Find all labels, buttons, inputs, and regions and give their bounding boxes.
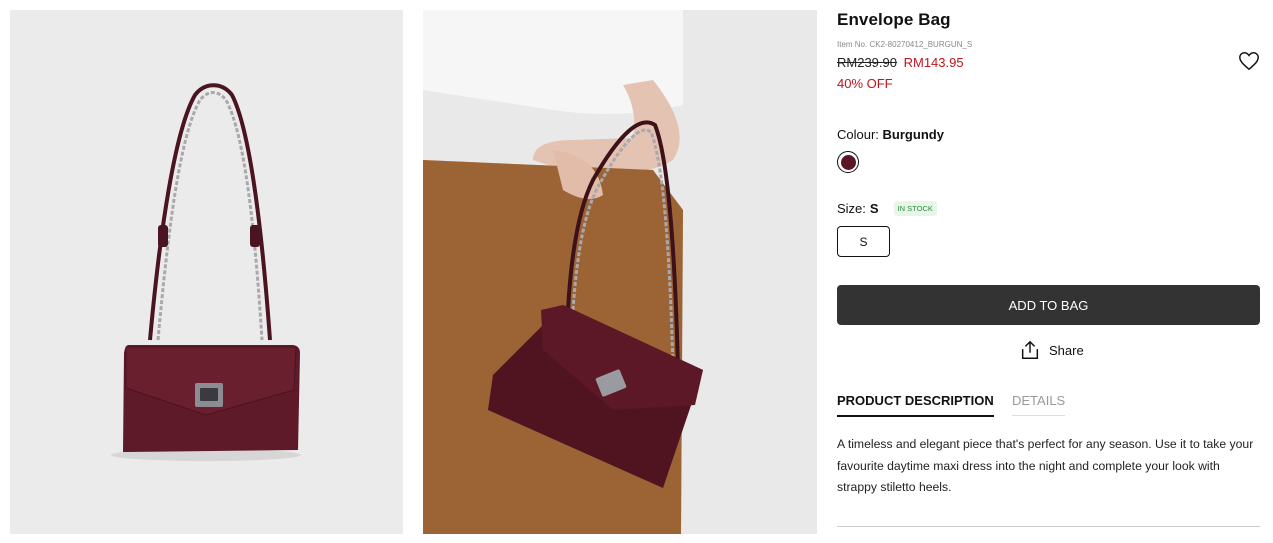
stock-badge: IN STOCK [893, 201, 937, 216]
size-value: S [869, 201, 879, 216]
colour-value: Burgundy [882, 127, 944, 142]
colour-selector-label: Colour: Burgundy [837, 127, 944, 142]
size-option-s[interactable]: S [837, 226, 890, 257]
size-label: Size: [837, 201, 866, 216]
wishlist-button[interactable] [1238, 50, 1260, 72]
product-description-text: A timeless and elegant piece that's perf… [837, 437, 1254, 494]
item-number: Item No. CK2-80270412_BURGUN_S [837, 40, 973, 49]
description-tabs: PRODUCT DESCRIPTION DETAILS [837, 393, 1260, 419]
add-to-bag-button[interactable]: ADD TO BAG [837, 285, 1260, 325]
divider [837, 526, 1260, 527]
colour-label: Colour: [837, 127, 879, 142]
price-row: RM239.90 RM143.95 [837, 55, 964, 70]
tab-product-description[interactable]: PRODUCT DESCRIPTION [837, 393, 994, 417]
product-title: Envelope Bag [837, 10, 951, 29]
discount-label: 40% OFF [837, 76, 893, 91]
original-price: RM239.90 [837, 55, 897, 70]
model-illustration [423, 10, 817, 534]
bag-illustration [10, 10, 403, 534]
share-icon [1021, 340, 1039, 359]
share-button[interactable]: Share [1019, 339, 1084, 361]
product-image-front[interactable] [10, 10, 403, 534]
size-selector-label: Size: S IN STOCK [837, 201, 937, 216]
share-label: Share [1049, 342, 1084, 358]
swatch-fill [840, 154, 856, 170]
sale-price: RM143.95 [903, 55, 964, 70]
colour-swatch-burgundy[interactable] [837, 151, 859, 173]
heart-icon [1239, 52, 1259, 71]
tab-details[interactable]: DETAILS [1012, 393, 1066, 416]
product-image-model[interactable] [423, 10, 817, 534]
product-info-panel: Envelope Bag Item No. CK2-80270412_BURGU… [837, 0, 1260, 543]
